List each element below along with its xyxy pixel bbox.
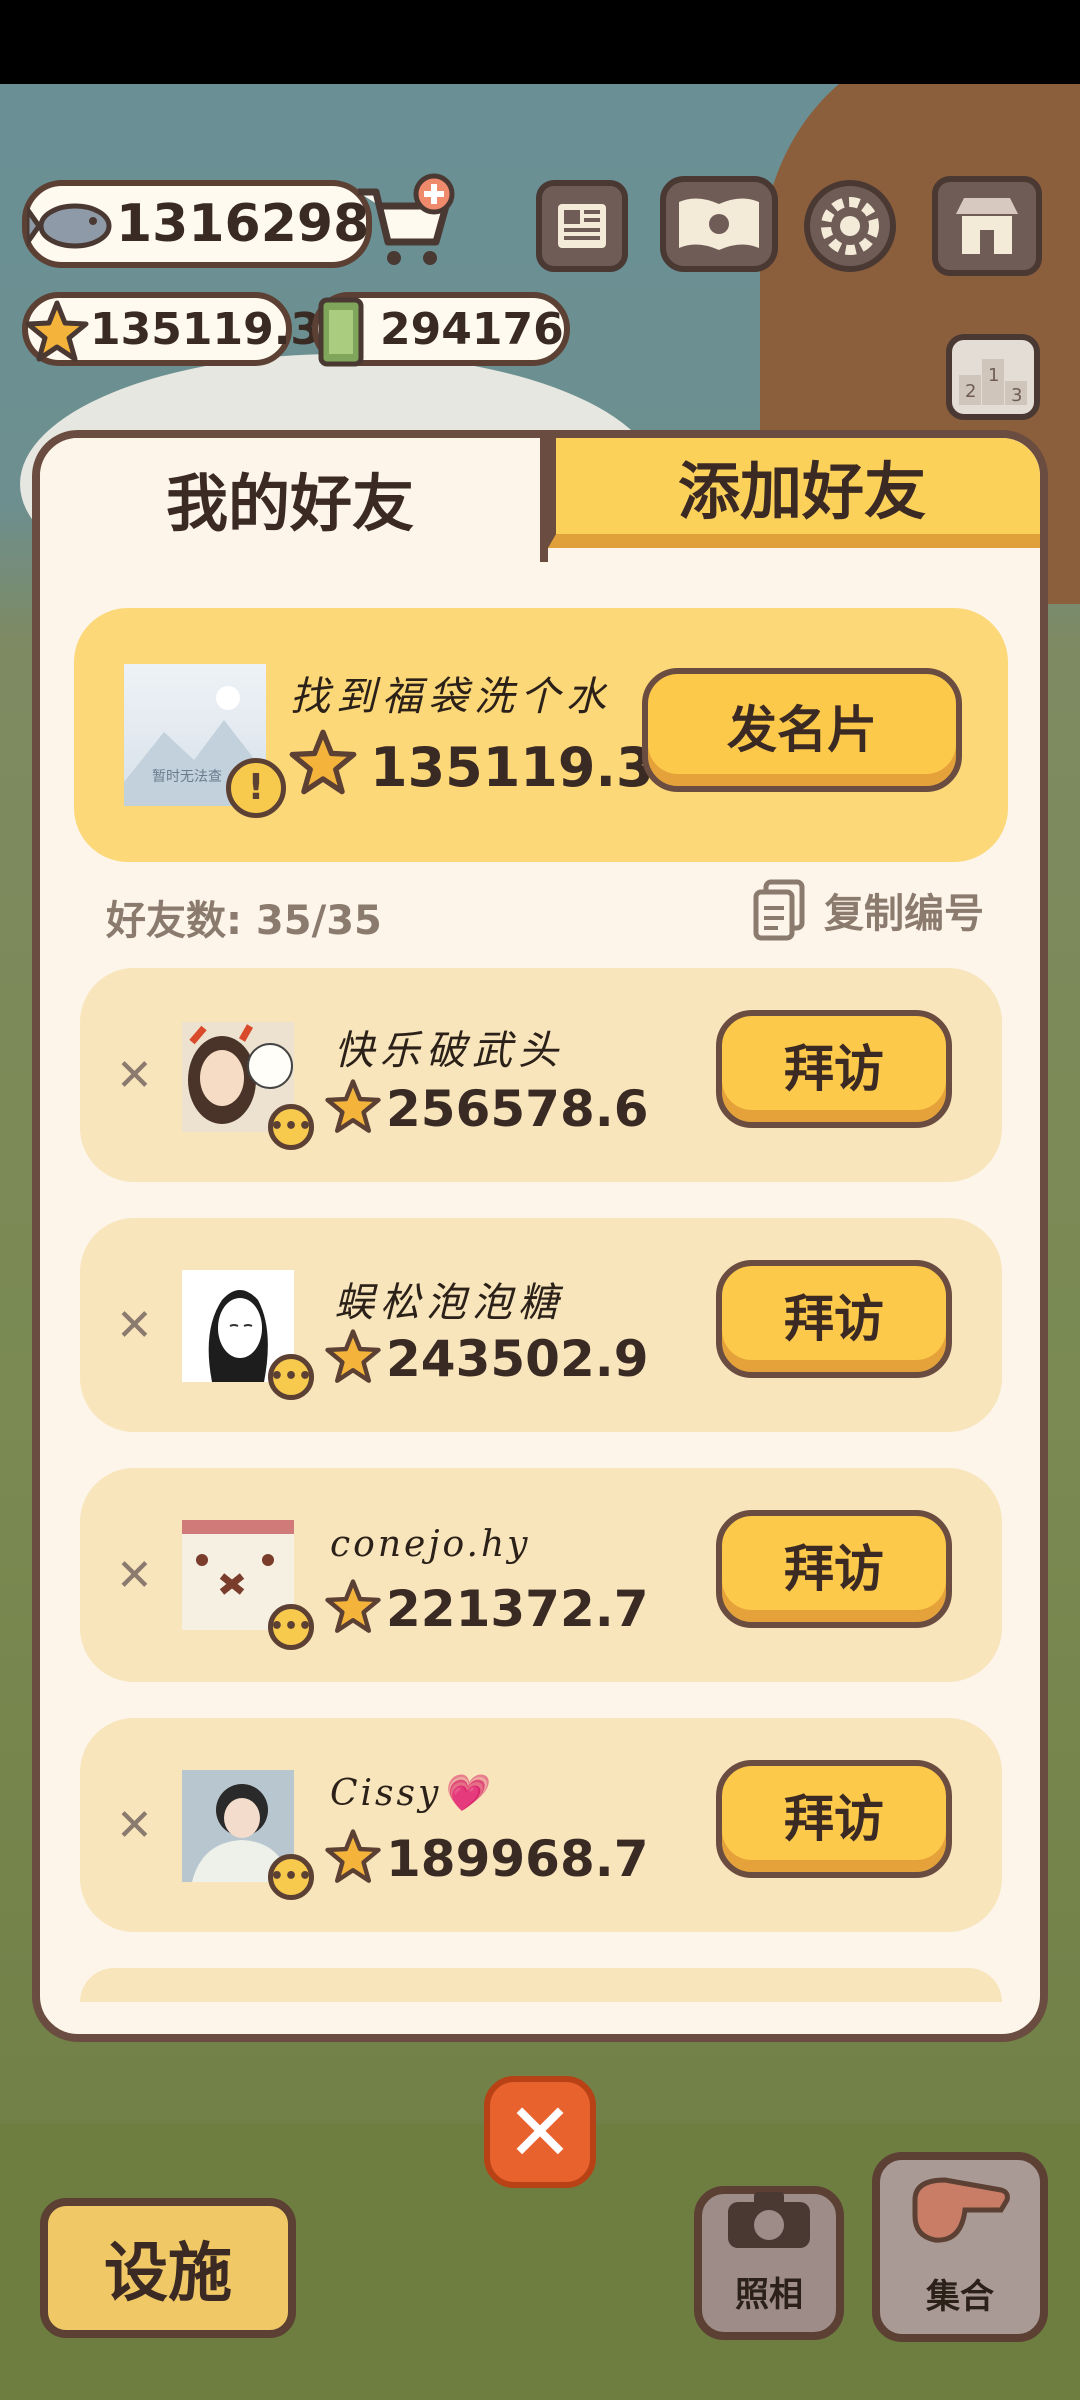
settings-gear-icon[interactable] (804, 180, 896, 272)
photo-button[interactable]: 照相 (694, 2186, 844, 2340)
gather-button[interactable]: 集合 (872, 2152, 1048, 2342)
list-item: ✕ ••• conejo.hy 221372.7 拜访 (80, 1468, 1002, 1682)
more-options-icon[interactable]: ••• (268, 1104, 314, 1150)
camera-icon (724, 2188, 814, 2261)
friend-score-star-icon (324, 1328, 382, 1390)
friend-name: 快乐破武头 (334, 1028, 564, 1074)
remove-friend-icon[interactable]: ✕ (116, 1800, 153, 1851)
friend-score-star-icon (324, 1578, 382, 1640)
list-item: ✕ ••• 快乐破武头 256578.6 拜访 (80, 968, 1002, 1182)
remove-friend-icon[interactable]: ✕ (116, 1550, 153, 1601)
friend-score-star-icon (324, 1828, 382, 1890)
more-options-icon[interactable]: ••• (268, 1854, 314, 1900)
send-card-button[interactable]: 发名片 (642, 668, 962, 792)
newspaper-icon[interactable] (536, 180, 628, 272)
friend-name: conejo.hy (330, 1524, 531, 1565)
status-bar (0, 0, 1080, 84)
more-options-icon[interactable]: ••• (268, 1354, 314, 1400)
visit-button[interactable]: 拜访 (716, 1510, 952, 1628)
friend-count-label: 好友数: 35/35 (106, 898, 382, 944)
svg-text:2: 2 (965, 381, 976, 402)
friend-name: 蜈松泡泡糖 (334, 1280, 564, 1326)
star-currency-pill: 135119.3 (22, 292, 321, 366)
photo-label: 照相 (735, 2275, 803, 2315)
fish-icon (24, 182, 120, 270)
close-icon: ✕ (506, 2085, 574, 2179)
list-item: ✕ ••• 蜈松泡泡糖 243502.9 拜访 (80, 1218, 1002, 1432)
close-panel-button[interactable]: ✕ (484, 2076, 596, 2188)
star-icon (22, 292, 92, 372)
list-item-partial (80, 1968, 1002, 2002)
cash-currency-pill: 294176 (312, 292, 570, 367)
fish-count: 1316298 (116, 194, 370, 254)
friend-score-star-icon (324, 1078, 382, 1140)
star-count: 135119.3 (90, 303, 322, 355)
remove-friend-icon[interactable]: ✕ (116, 1300, 153, 1351)
whistle-icon (905, 2170, 1015, 2259)
cash-count: 294176 (380, 303, 564, 355)
shop-icon[interactable] (932, 176, 1042, 276)
svg-text:3: 3 (1011, 385, 1022, 406)
copy-document-icon (752, 878, 808, 942)
list-item: ✕ ••• Cissy💗 189968.7 拜访 (80, 1718, 1002, 1932)
shop-cart-add-button[interactable] (350, 172, 460, 272)
svg-text:1: 1 (988, 365, 999, 386)
copy-id-label: 复制编号 (824, 891, 984, 937)
facility-button[interactable]: 设施 (40, 2198, 296, 2338)
friend-score: 221372.7 (386, 1580, 649, 1638)
visit-button[interactable]: 拜访 (716, 1260, 952, 1378)
avatar-warning-badge: ! (226, 758, 286, 818)
friend-score: 256578.6 (386, 1080, 649, 1138)
friend-score: 189968.7 (386, 1830, 649, 1888)
my-name: 找到福袋洗个水 (290, 674, 612, 720)
tab-divider (540, 438, 548, 562)
my-score: 135119.3 (370, 736, 654, 799)
copy-id-button[interactable]: 复制编号 (752, 878, 984, 942)
tab-my-friends[interactable]: 我的好友 (40, 438, 540, 558)
leaderboard-podium-icon[interactable]: 213 (946, 334, 1040, 420)
cash-icon (308, 290, 378, 374)
my-score-star-icon (288, 728, 358, 802)
remove-friend-icon[interactable]: ✕ (116, 1050, 153, 1101)
fish-currency-pill: 1316298 (22, 180, 372, 268)
catalog-book-icon[interactable] (660, 176, 778, 272)
visit-button[interactable]: 拜访 (716, 1760, 952, 1878)
avatar-placeholder-text: 暂时无法查 (152, 769, 222, 785)
tab-add-friend[interactable]: 添加好友 (548, 438, 1040, 548)
friend-name: Cissy💗 (330, 1773, 490, 1814)
visit-button[interactable]: 拜访 (716, 1010, 952, 1128)
more-options-icon[interactable]: ••• (268, 1604, 314, 1650)
friend-score: 243502.9 (386, 1330, 649, 1388)
gather-label: 集合 (926, 2277, 994, 2317)
